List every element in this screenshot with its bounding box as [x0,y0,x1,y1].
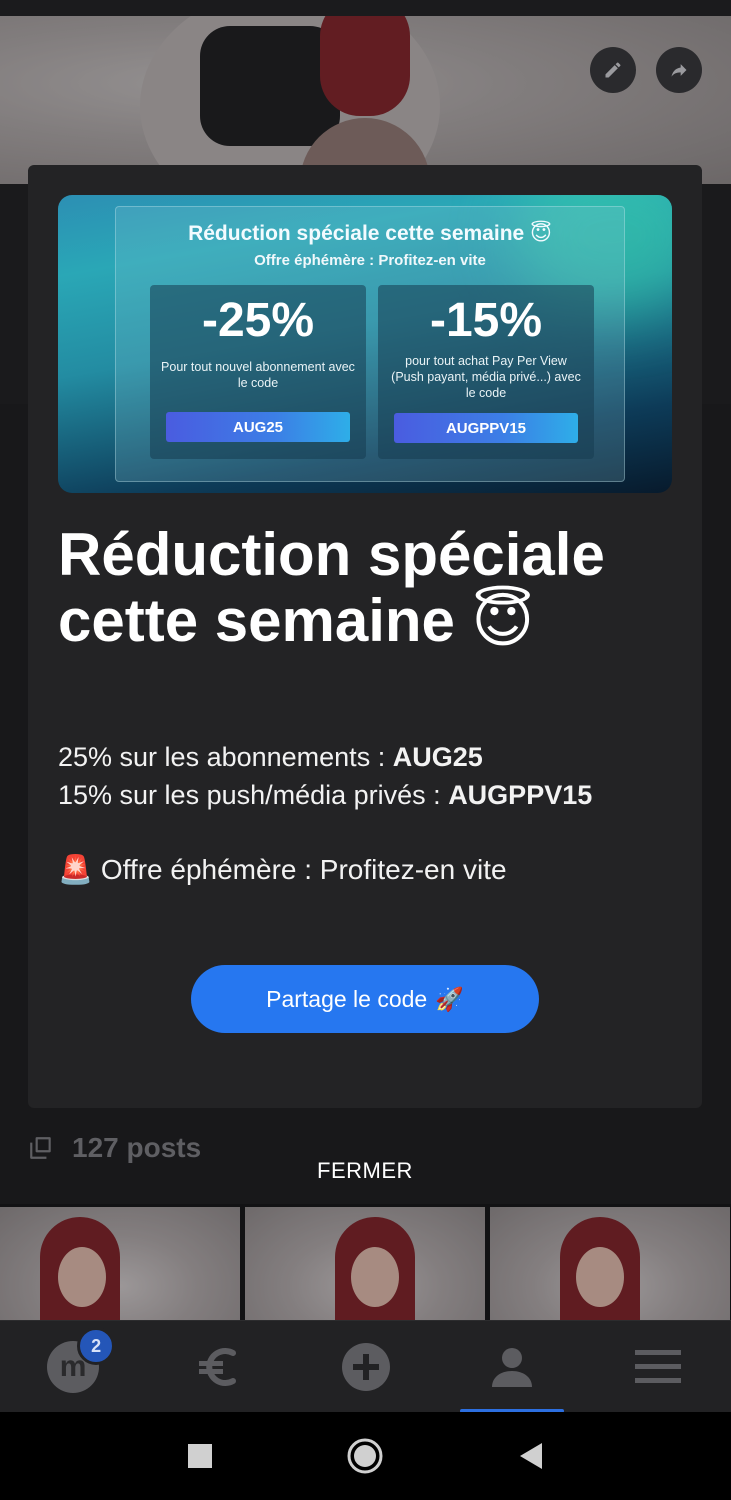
system-navigation-bar [0,1412,731,1500]
coupon-percent: -15% [429,294,543,347]
recent-apps-icon[interactable] [187,1443,213,1469]
coupon-card-ppv: -15% pour tout achat Pay Per View (Push … [378,285,594,459]
nav-item-profile[interactable] [439,1321,585,1413]
nav-item-earnings[interactable] [146,1321,292,1413]
home-icon[interactable] [346,1437,384,1475]
coupon-card-subscription: -25% Pour tout nouvel abonnement avec le… [150,285,366,459]
status-bar [0,0,731,16]
discount-text: 25% sur les abonnements : [58,742,393,772]
nav-item-create[interactable] [292,1321,438,1413]
copy-stack-icon [30,1137,51,1159]
posts-count-row: 127 posts [28,1128,201,1168]
share-arrow-icon [671,64,687,77]
discount-line-ppv: 15% sur les push/média privés : AUGPPV15 [58,776,678,814]
coupon-description: pour tout achat Pay Per View (Push payan… [391,354,581,400]
promo-card: Réduction spéciale cette semaine 😇 Offre… [115,206,625,482]
discount-code: AUG25 [392,742,483,772]
hamburger-menu-icon [634,1350,681,1383]
coupon-code: AUG25 [166,412,350,442]
alert-text: Offre éphémère : Profitez-en vite [100,854,507,885]
banner-subtitle: Offre éphémère : Profitez-en vite [254,252,486,269]
posts-count: 127 posts [72,1132,202,1163]
coupon-code: AUGPPV15 [394,413,578,443]
discount-text: 15% sur les push/média privés : [58,780,449,810]
coupon-description: Pour tout nouvel abonnement avec le code [161,360,355,390]
euro-icon [199,1348,237,1386]
nav-item-home[interactable]: m 2 [0,1321,146,1413]
edit-cover-button[interactable] [590,47,636,93]
discount-code: AUGPPV15 [448,780,593,810]
post-thumbnail[interactable] [0,1207,240,1320]
post-thumbnail[interactable] [490,1207,730,1320]
modal-body: 25% sur les abonnements : AUG25 15% sur … [58,738,678,814]
plus-circle-icon [341,1343,390,1391]
discount-line-subscription: 25% sur les abonnements : AUG25 [58,738,678,776]
nav-item-menu[interactable] [585,1321,731,1413]
modal-title: Réduction spéciale cette semaine 😇 [58,521,605,654]
share-code-button[interactable]: Partage le code 🚀 [191,965,539,1033]
coupon-percent: -25% [201,294,315,347]
app-logo-icon: m 2 [47,1327,116,1393]
rocket-icon: 🚀 [435,985,464,1012]
alert-line: 🚨 Offre éphémère : Profitez-en vite [58,851,678,889]
notification-badge: 2 [77,1327,116,1365]
share-button-label: Partage le code [266,985,428,1012]
back-icon[interactable] [518,1441,544,1471]
bottom-navigation: m 2 [0,1320,731,1413]
pencil-icon [605,62,621,78]
post-thumbnail[interactable] [245,1207,485,1320]
share-profile-button[interactable] [656,47,702,93]
close-button[interactable]: FERMER [300,1152,430,1190]
promo-banner-image: Réduction spéciale cette semaine 😇 Offre… [58,195,672,493]
person-icon [491,1348,532,1387]
banner-title: Réduction spéciale cette semaine 😇 [188,222,552,245]
siren-icon: 🚨 [58,854,93,885]
